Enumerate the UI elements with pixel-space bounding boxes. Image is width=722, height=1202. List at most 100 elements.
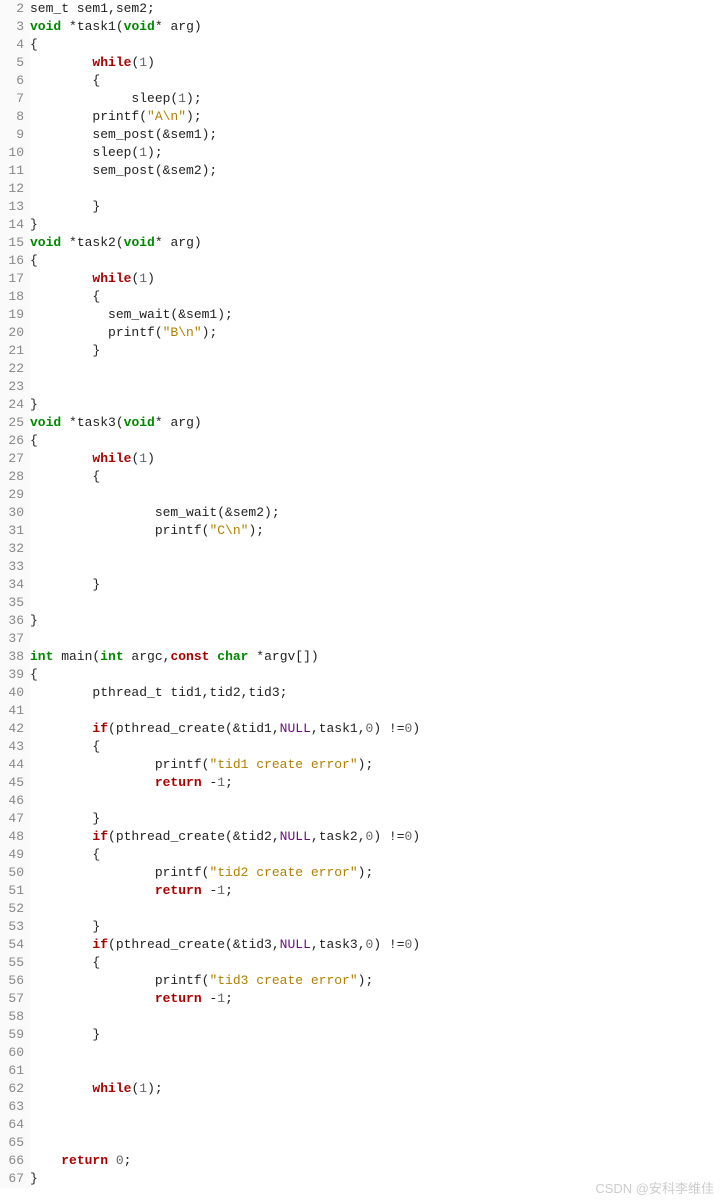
line-number: 53 — [0, 918, 24, 936]
token-type: void — [124, 235, 155, 250]
code-line[interactable]: { — [30, 72, 722, 90]
code-line[interactable]: } — [30, 216, 722, 234]
code-line[interactable]: sem_t sem1,sem2; — [30, 0, 722, 18]
code-line[interactable]: { — [30, 36, 722, 54]
code-line[interactable] — [30, 594, 722, 612]
code-line[interactable] — [30, 792, 722, 810]
token-const: NULL — [280, 937, 311, 952]
code-line[interactable]: } — [30, 1026, 722, 1044]
code-line[interactable]: } — [30, 918, 722, 936]
code-line[interactable]: printf("A\n"); — [30, 108, 722, 126]
code-line[interactable]: while(1) — [30, 270, 722, 288]
code-line[interactable]: printf("B\n"); — [30, 324, 722, 342]
code-line[interactable]: return -1; — [30, 990, 722, 1008]
code-line[interactable]: sem_post(&sem1); — [30, 126, 722, 144]
code-line[interactable]: int main(int argc,const char *argv[]) — [30, 648, 722, 666]
line-number: 9 — [0, 126, 24, 144]
code-line[interactable]: } — [30, 612, 722, 630]
code-line[interactable]: { — [30, 954, 722, 972]
line-number: 14 — [0, 216, 24, 234]
code-line[interactable] — [30, 486, 722, 504]
code-line[interactable] — [30, 1098, 722, 1116]
line-number: 17 — [0, 270, 24, 288]
code-content[interactable]: sem_t sem1,sem2;void *task1(void* arg){ … — [30, 0, 722, 1188]
token-num: 0 — [405, 937, 413, 952]
token-type: int — [30, 649, 53, 664]
code-line[interactable]: sem_wait(&sem1); — [30, 306, 722, 324]
line-number: 39 — [0, 666, 24, 684]
line-number: 62 — [0, 1080, 24, 1098]
token-num: 1 — [139, 451, 147, 466]
code-line[interactable]: { — [30, 252, 722, 270]
code-line[interactable]: void *task2(void* arg) — [30, 234, 722, 252]
code-line[interactable]: if(pthread_create(&tid1,NULL,task1,0) !=… — [30, 720, 722, 738]
code-line[interactable] — [30, 360, 722, 378]
code-line[interactable]: printf("tid2 create error"); — [30, 864, 722, 882]
code-line[interactable] — [30, 540, 722, 558]
code-line[interactable] — [30, 180, 722, 198]
code-line[interactable]: printf("tid1 create error"); — [30, 756, 722, 774]
code-line[interactable]: printf("tid3 create error"); — [30, 972, 722, 990]
code-line[interactable]: return -1; — [30, 774, 722, 792]
code-line[interactable] — [30, 1134, 722, 1152]
code-line[interactable]: void *task1(void* arg) — [30, 18, 722, 36]
watermark-text: CSDN @安科李维佳 — [595, 1180, 714, 1198]
code-line[interactable]: return -1; — [30, 882, 722, 900]
code-line[interactable]: { — [30, 288, 722, 306]
token-kw: return — [155, 775, 202, 790]
code-line[interactable]: sem_post(&sem2); — [30, 162, 722, 180]
code-line[interactable]: { — [30, 738, 722, 756]
line-number: 11 — [0, 162, 24, 180]
code-line[interactable]: void *task3(void* arg) — [30, 414, 722, 432]
code-line[interactable]: { — [30, 846, 722, 864]
line-number: 4 — [0, 36, 24, 54]
line-number: 10 — [0, 144, 24, 162]
code-line[interactable] — [30, 1116, 722, 1134]
line-number: 67 — [0, 1170, 24, 1188]
line-number: 45 — [0, 774, 24, 792]
token-str: "C\n" — [209, 523, 248, 538]
code-line[interactable] — [30, 630, 722, 648]
code-line[interactable] — [30, 702, 722, 720]
code-line[interactable] — [30, 378, 722, 396]
line-number: 42 — [0, 720, 24, 738]
token-num: 1 — [178, 91, 186, 106]
code-line[interactable]: sem_wait(&sem2); — [30, 504, 722, 522]
code-line[interactable]: { — [30, 666, 722, 684]
code-line[interactable]: sleep(1); — [30, 90, 722, 108]
code-line[interactable]: } — [30, 396, 722, 414]
line-number: 3 — [0, 18, 24, 36]
line-number: 63 — [0, 1098, 24, 1116]
code-line[interactable] — [30, 1062, 722, 1080]
token-num: 0 — [366, 721, 374, 736]
line-number: 46 — [0, 792, 24, 810]
code-line[interactable] — [30, 900, 722, 918]
code-line[interactable]: return 0; — [30, 1152, 722, 1170]
line-number: 57 — [0, 990, 24, 1008]
code-line[interactable]: if(pthread_create(&tid3,NULL,task3,0) !=… — [30, 936, 722, 954]
code-line[interactable]: printf("C\n"); — [30, 522, 722, 540]
code-line[interactable] — [30, 1044, 722, 1062]
line-number: 32 — [0, 540, 24, 558]
code-line[interactable]: while(1) — [30, 54, 722, 72]
code-line[interactable]: while(1); — [30, 1080, 722, 1098]
code-line[interactable]: } — [30, 810, 722, 828]
line-number: 65 — [0, 1134, 24, 1152]
token-kw: if — [92, 937, 108, 952]
code-line[interactable]: if(pthread_create(&tid2,NULL,task2,0) !=… — [30, 828, 722, 846]
code-line[interactable]: sleep(1); — [30, 144, 722, 162]
code-line[interactable]: } — [30, 576, 722, 594]
code-line[interactable] — [30, 1008, 722, 1026]
code-line[interactable]: pthread_t tid1,tid2,tid3; — [30, 684, 722, 702]
token-num: 0 — [405, 829, 413, 844]
code-line[interactable] — [30, 558, 722, 576]
token-type: void — [124, 19, 155, 34]
code-line[interactable]: while(1) — [30, 450, 722, 468]
token-type: void — [30, 415, 61, 430]
code-line[interactable]: } — [30, 198, 722, 216]
code-line[interactable]: { — [30, 432, 722, 450]
code-line[interactable]: } — [30, 342, 722, 360]
line-number: 25 — [0, 414, 24, 432]
code-line[interactable]: { — [30, 468, 722, 486]
token-num: 0 — [366, 937, 374, 952]
